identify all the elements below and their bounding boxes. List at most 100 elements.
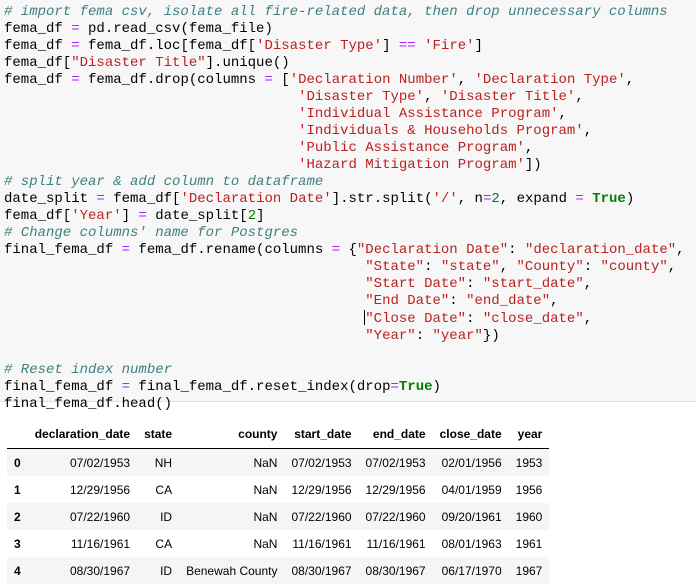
- code-token-p: fema_df.rename(columns: [130, 242, 332, 258]
- column-header: close_date: [432, 420, 509, 449]
- table-row: 0 07/02/1953 NH NaN 07/02/1953 07/02/1953 02/0…: [7, 448, 550, 476]
- dataframe-table: declaration_date state county start_date end…: [7, 420, 550, 584]
- code-token-str: "Declaration Date": [356, 242, 509, 258]
- code-line: fema_df = fema_df.drop(columns = ['Decla…: [4, 72, 634, 88]
- code-token-p: fema_df[: [4, 55, 72, 71]
- code-token-p: final_fema_df: [4, 242, 122, 258]
- code-token-p: ]): [524, 157, 542, 173]
- code-token-p: fema_df: [4, 21, 72, 37]
- code-token-p: :: [466, 311, 483, 327]
- table-cell: 12/29/1956: [365, 482, 426, 497]
- code-token-p: [4, 293, 365, 309]
- code-line: 'Individuals & Households Program',: [4, 123, 592, 139]
- code-token-comment: # Reset index number: [4, 362, 173, 378]
- column-header: declaration_date: [27, 420, 138, 449]
- code-line: 'Hazard Mitigation Program']): [4, 157, 542, 173]
- code-line: "Start Date": "start_date",: [4, 276, 592, 292]
- code-token-p: ,: [524, 140, 534, 156]
- table-cell: ID: [160, 509, 173, 524]
- row-index: 0: [14, 455, 21, 470]
- code-token-p: ,: [575, 89, 584, 105]
- column-header: state: [137, 420, 180, 449]
- code-token-comment: # Change columns' name for Postgres: [4, 225, 299, 241]
- table-row: 1 12/29/1956 CA NaN 12/29/1956 12/29/1956 04/0…: [7, 476, 549, 503]
- code-token-p: ,: [583, 123, 593, 139]
- code-line: # import fema csv, isolate all fire-rela…: [4, 4, 668, 20]
- code-token-str: 'Disaster Type': [298, 89, 425, 105]
- table-cell: 02/01/1956: [441, 455, 502, 470]
- code-token-p: ]: [121, 208, 139, 224]
- code-token-str: "Disaster Title": [71, 55, 206, 71]
- table-cell: CA: [155, 482, 173, 497]
- code-token-op: =: [96, 191, 105, 207]
- table-cell: Benewah County: [186, 563, 278, 578]
- code-token-p: [4, 311, 365, 327]
- code-line: "End Date": "end_date",: [4, 293, 558, 309]
- table-cell: 07/22/1960: [70, 509, 131, 524]
- code-cell[interactable]: # import fema csv, isolate all fire-rela…: [0, 0, 696, 412]
- table-cell: CA: [155, 536, 173, 551]
- code-token-p: , expand: [499, 191, 576, 207]
- code-token-p: :: [449, 293, 467, 309]
- code-token-comment: # split year & add column to dataframe: [4, 174, 324, 190]
- code-token-p: [4, 123, 298, 139]
- code-token-str: "year": [432, 328, 483, 344]
- code-token-p: ,: [499, 259, 517, 275]
- code-token-str: "Year": [365, 328, 416, 344]
- table-cell: 1961: [515, 536, 543, 551]
- column-header: year: [508, 420, 550, 449]
- code-token-p: fema_df.loc[fema_df[: [79, 38, 257, 54]
- table-cell: 11/16/1961: [366, 536, 426, 551]
- code-token-op: ==: [398, 38, 416, 54]
- code-line: # Reset index number: [4, 362, 172, 378]
- code-line: "Close Date": "close_date",: [4, 310, 592, 327]
- code-token-p: ].str.split(: [331, 191, 433, 207]
- code-token-p: fema_df[: [104, 191, 181, 207]
- code-token-p: :: [508, 242, 525, 258]
- code-token-p: [416, 38, 424, 54]
- code-editor[interactable]: # import fema csv, isolate all fire-rela…: [0, 0, 696, 413]
- code-line: 'Individual Assistance Program',: [4, 106, 567, 122]
- code-token-op: =: [138, 208, 147, 224]
- column-header: county: [179, 420, 285, 449]
- table-cell: 1956: [515, 482, 543, 497]
- row-index: 3: [14, 536, 21, 551]
- table-cell: NaN: [253, 509, 278, 524]
- code-token-p: final_fema_df.head(): [4, 396, 173, 412]
- code-token-p: [4, 328, 365, 344]
- code-token-num: 2: [247, 208, 257, 224]
- code-token-p: ): [432, 379, 441, 395]
- code-token-str: 'Individuals & Households Program': [298, 123, 584, 139]
- table-cell: 08/30/1967: [291, 563, 352, 578]
- code-token-p: [4, 89, 298, 105]
- table-cell: 12/29/1956: [291, 482, 352, 497]
- code-token-op: =: [71, 21, 80, 37]
- table-cell: 1967: [515, 563, 543, 578]
- table-header-row: declaration_date state county start_date end…: [7, 420, 550, 449]
- table-cell: 06/17/1970: [441, 563, 502, 578]
- table-cell: 08/30/1967: [365, 563, 426, 578]
- code-token-op: =: [264, 72, 273, 88]
- code-token-op: =: [575, 191, 584, 207]
- code-token-str: "Start Date": [365, 276, 467, 292]
- code-token-p: :: [583, 259, 601, 275]
- code-line: fema_df['Year'] = date_split[2]: [4, 208, 265, 224]
- code-token-str: "state": [440, 259, 500, 275]
- row-index: 1: [14, 482, 21, 497]
- code-token-str: 'Declaration Type': [474, 72, 626, 88]
- code-token-p: ): [625, 191, 635, 207]
- table-row: 3 11/16/1961 CA NaN 11/16/1961 11/16/1961 08/0…: [7, 530, 549, 557]
- code-token-str: "start_date": [482, 276, 584, 292]
- code-token-str: "end_date": [466, 293, 551, 309]
- code-token-op: =: [390, 379, 399, 395]
- code-token-p: ,: [424, 89, 441, 105]
- code-line: "Year": "year"}): [4, 328, 499, 344]
- code-token-str: "declaration_date": [524, 242, 677, 258]
- code-token-p: fema_df.drop(columns: [79, 72, 265, 88]
- table-cell: 11/16/1961: [292, 536, 352, 551]
- code-token-p: [4, 259, 365, 275]
- code-token-p: [4, 106, 298, 122]
- table-cell: 07/02/1953: [365, 455, 426, 470]
- table-cell: 04/01/1959: [441, 482, 502, 497]
- column-header: start_date: [284, 420, 359, 449]
